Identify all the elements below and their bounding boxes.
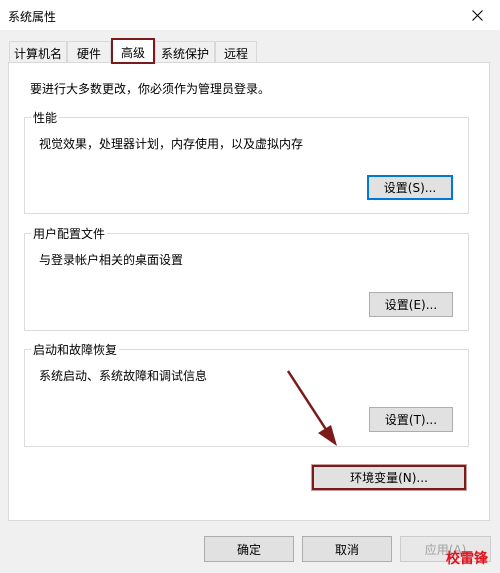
window-title: 系统属性 — [8, 10, 57, 24]
watermark: 校雷锋 — [446, 551, 488, 567]
tab-hardware[interactable]: 硬件 — [67, 41, 111, 62]
title-bar: 系统属性 — [0, 0, 500, 30]
tab-system-protection[interactable]: 系统保护 — [155, 41, 215, 62]
group-startup-recovery: 启动和故障恢复 系统启动、系统故障和调试信息 — [24, 341, 469, 447]
tab-advanced[interactable]: 高级 — [111, 38, 155, 64]
close-icon — [471, 9, 483, 21]
tab-remote[interactable]: 远程 — [215, 41, 257, 62]
group-startup-description: 系统启动、系统故障和调试信息 — [39, 369, 208, 383]
environment-variables-button[interactable]: 环境变量(N)... — [312, 465, 466, 490]
group-profiles-description: 与登录帐户相关的桌面设置 — [39, 253, 184, 267]
performance-settings-button[interactable]: 设置(S)... — [367, 175, 453, 200]
admin-note: 要进行大多数更改，你必须作为管理员登录。 — [30, 82, 271, 96]
tab-computer-name[interactable]: 计算机名 — [9, 41, 67, 62]
group-performance-label: 性能 — [31, 109, 60, 126]
group-performance-description: 视觉效果，处理器计划，内存使用，以及虚拟内存 — [39, 137, 304, 151]
close-button[interactable] — [454, 0, 500, 30]
startup-settings-button[interactable]: 设置(T)... — [369, 407, 453, 432]
ok-button[interactable]: 确定 — [204, 536, 294, 562]
profiles-settings-button[interactable]: 设置(E)... — [369, 292, 453, 317]
group-profiles-label: 用户配置文件 — [31, 225, 108, 242]
cancel-button[interactable]: 取消 — [302, 536, 392, 562]
group-startup-label: 启动和故障恢复 — [31, 341, 120, 358]
